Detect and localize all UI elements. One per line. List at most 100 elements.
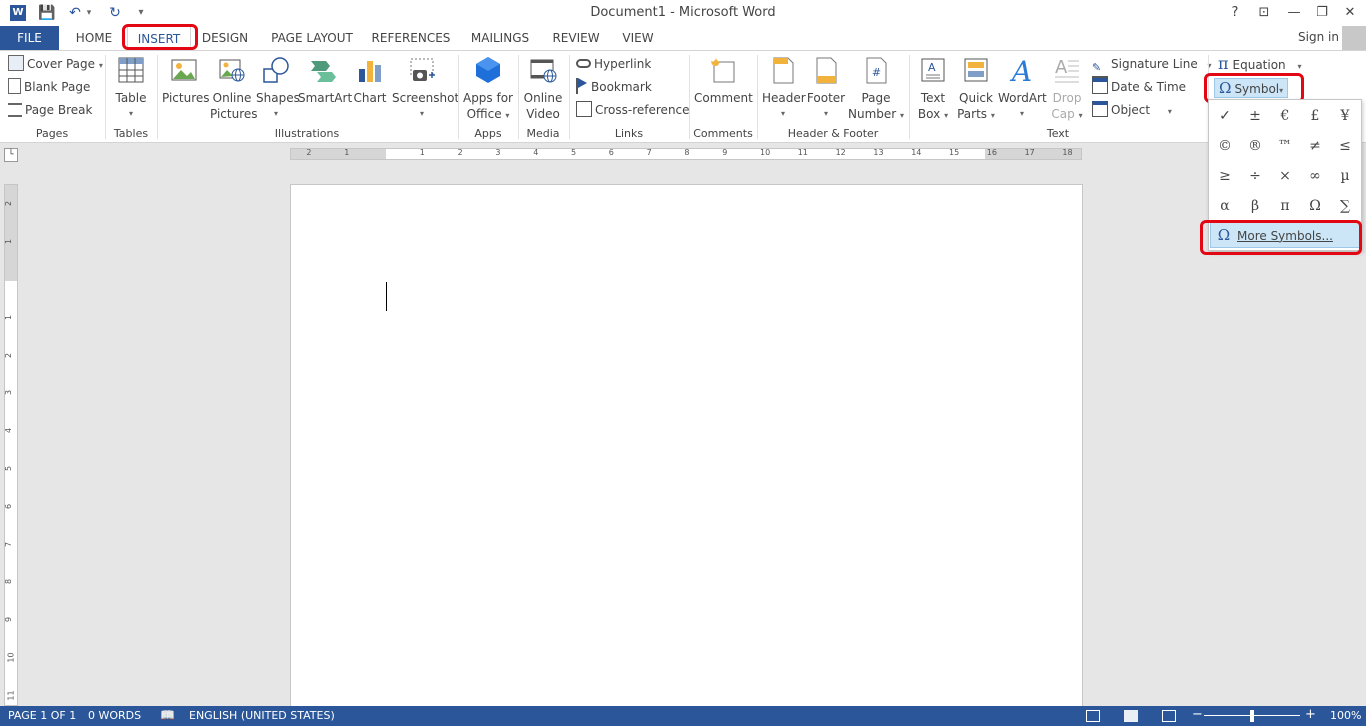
symbol-cell[interactable]: ™ (1270, 131, 1300, 161)
tab-design[interactable]: DESIGN (198, 26, 252, 50)
header-icon (773, 57, 794, 84)
horizontal-ruler[interactable]: 2 1 1 2 3 4 5 6 7 8 9 10 11 12 13 14 15 16 17 18 (290, 148, 1082, 160)
header-button[interactable]: Header ▾ (762, 55, 806, 122)
symbol-cell[interactable]: ® (1240, 131, 1270, 161)
blank-page-button[interactable]: Blank Page (8, 77, 90, 97)
bookmark-button[interactable]: Bookmark (576, 77, 652, 97)
office-store-icon (476, 57, 500, 83)
symbol-cell[interactable]: ≥ (1210, 161, 1240, 191)
symbol-cell[interactable]: ∑ (1330, 191, 1360, 221)
page-count[interactable]: PAGE 1 OF 1 (8, 709, 76, 722)
minimize-button[interactable]: — (1280, 2, 1308, 24)
help-button[interactable]: ? (1221, 2, 1249, 24)
ribbon-display-options-button[interactable]: ⊡ (1250, 2, 1278, 24)
calendar-icon (1092, 78, 1108, 94)
tab-file[interactable]: FILE (0, 26, 59, 50)
symbol-cell[interactable]: µ (1330, 161, 1360, 191)
quick-parts-button[interactable]: Quick Parts ▾ (954, 55, 998, 124)
symbol-cell[interactable]: ≤ (1330, 131, 1360, 161)
zoom-out-button[interactable]: − (1192, 707, 1203, 722)
ruler-tick-label: 5 (4, 465, 14, 472)
online-video-button[interactable]: Online Video (522, 55, 564, 122)
web-layout-icon[interactable] (1162, 710, 1176, 722)
zoom-level[interactable]: 100% (1330, 709, 1361, 722)
pictures-button[interactable]: Pictures (162, 55, 210, 106)
symbol-cell[interactable]: ± (1240, 101, 1270, 131)
symbol-cell[interactable]: ∞ (1300, 161, 1330, 191)
chart-button[interactable]: Chart (350, 55, 390, 106)
symbol-cell[interactable]: β (1240, 191, 1270, 221)
object-button[interactable]: Object ▾ (1092, 100, 1172, 120)
page-break-button[interactable]: Page Break (8, 100, 92, 120)
restore-button[interactable]: ❐ (1308, 2, 1336, 24)
ruler-tick-label: 8 (4, 579, 14, 585)
symbol-cell[interactable]: ¥ (1330, 101, 1360, 131)
symbol-cell[interactable]: ≠ (1300, 131, 1330, 161)
cross-reference-button[interactable]: Cross-reference (576, 100, 690, 120)
drop-cap-button[interactable]: A Drop Cap ▾ (1048, 55, 1086, 124)
sign-in-link[interactable]: Sign in (1298, 30, 1339, 44)
new-comment-button[interactable]: Comment (694, 55, 753, 106)
symbol-cell[interactable]: α (1210, 191, 1240, 221)
zoom-slider-thumb[interactable] (1250, 710, 1254, 722)
group-label-text: Text (1046, 127, 1070, 140)
equation-button[interactable]: π Equation ▾ (1218, 54, 1302, 74)
word-count[interactable]: 0 WORDS (88, 709, 141, 722)
user-avatar[interactable] (1342, 26, 1366, 50)
signature-line-icon: ✎ (1092, 62, 1108, 78)
ruler-tick-label: 10 (760, 148, 771, 157)
tab-selector[interactable]: └ (4, 148, 18, 162)
print-layout-icon[interactable] (1124, 710, 1138, 722)
chevron-down-icon: ▾ (823, 109, 828, 118)
tab-review[interactable]: REVIEW (548, 26, 604, 50)
table-button[interactable]: Table ▾ (110, 55, 152, 122)
more-symbols-button[interactable]: Ω More Symbols... (1210, 222, 1360, 248)
symbol-cell[interactable]: © (1210, 131, 1240, 161)
chevron-down-icon: ▾ (1019, 109, 1024, 118)
symbol-cell[interactable]: € (1270, 101, 1300, 131)
online-pictures-button[interactable]: Online Pictures (210, 55, 258, 122)
symbol-button[interactable]: Ω Symbol▾ (1214, 78, 1289, 98)
ruler-tick-label: 10 (6, 652, 16, 663)
save-icon[interactable]: 💾 (38, 3, 56, 23)
vertical-ruler[interactable]: 2 1 1 2 3 4 5 6 7 8 9 10 11 (4, 184, 18, 706)
zoom-in-button[interactable]: + (1305, 707, 1316, 722)
symbol-cell[interactable]: ✓ (1210, 101, 1240, 131)
proofing-icon[interactable]: 📖 (160, 708, 175, 722)
tab-references[interactable]: REFERENCES (370, 26, 452, 50)
shapes-button[interactable]: Shapes ▾ (256, 55, 300, 122)
tab-page-layout[interactable]: PAGE LAYOUT (266, 26, 358, 50)
footer-button[interactable]: Footer ▾ (806, 55, 846, 122)
tab-insert[interactable]: INSERT (127, 26, 191, 51)
symbol-cell[interactable]: ÷ (1240, 161, 1270, 191)
cover-page-button[interactable]: Cover Page ▾ (8, 54, 103, 74)
undo-icon[interactable]: ↶ (66, 3, 84, 23)
tab-view[interactable]: VIEW (618, 26, 658, 50)
wordart-button[interactable]: A WordArt ▾ (998, 55, 1047, 122)
smartart-button[interactable]: SmartArt (298, 55, 352, 106)
redo-icon[interactable]: ↻ (106, 3, 124, 23)
symbol-cell[interactable]: × (1270, 161, 1300, 191)
hyperlink-button[interactable]: Hyperlink (576, 54, 651, 74)
date-time-button[interactable]: Date & Time (1092, 77, 1186, 97)
close-button[interactable]: ✕ (1336, 2, 1364, 24)
symbol-cell[interactable]: π (1270, 191, 1300, 221)
text-box-button[interactable]: A Text Box ▾ (914, 55, 952, 124)
tab-mailings[interactable]: MAILINGS (466, 26, 534, 50)
undo-dropdown-icon[interactable]: ▾ (84, 3, 94, 23)
symbol-cell[interactable]: £ (1300, 101, 1330, 131)
language-indicator[interactable]: ENGLISH (UNITED STATES) (189, 709, 335, 722)
screenshot-icon (410, 58, 435, 81)
symbol-cell[interactable]: Ω (1300, 191, 1330, 221)
page-number-button[interactable]: # Page Number ▾ (848, 55, 904, 124)
screenshot-button[interactable]: Screenshot ▾ (392, 55, 459, 122)
signature-line-button[interactable]: ✎ Signature Line ▾ (1092, 54, 1212, 78)
document-page[interactable] (290, 184, 1083, 709)
read-mode-icon[interactable] (1086, 710, 1100, 722)
online-pictures-icon (219, 59, 245, 82)
word-app-icon[interactable]: W (10, 5, 26, 21)
apps-for-office-button[interactable]: Apps for Office ▾ (462, 55, 514, 124)
ruler-tick-label: 18 (1062, 148, 1073, 157)
tab-home[interactable]: HOME (68, 26, 120, 50)
customize-quick-access-icon[interactable]: ▾ (132, 3, 150, 23)
